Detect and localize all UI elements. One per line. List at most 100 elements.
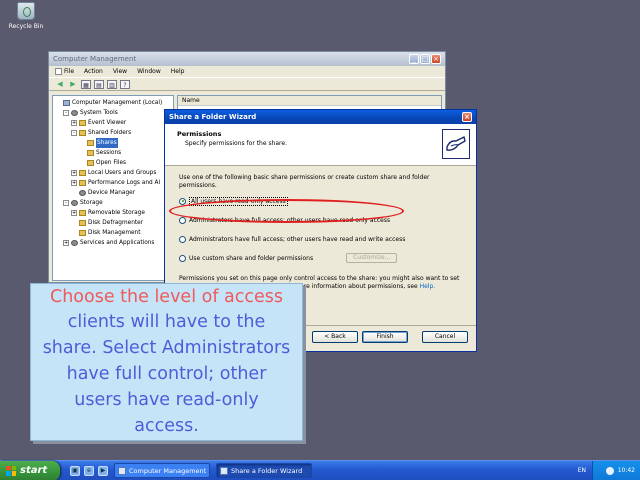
folder-icon (87, 150, 94, 156)
expand-icon[interactable]: + (71, 210, 77, 216)
collapse-icon[interactable]: - (63, 200, 69, 206)
expand-icon[interactable]: + (71, 180, 77, 186)
tree-node-label: Services and Applications (80, 240, 155, 246)
clock[interactable]: 10:42 (618, 467, 635, 474)
tree-node-label: System Tools (80, 110, 118, 116)
tree-node[interactable]: + Performance Logs and Al (55, 178, 171, 188)
back-arrow-icon[interactable]: ◀ (55, 80, 65, 89)
menu-action[interactable]: Action (84, 68, 103, 75)
wizard-title: Share a Folder Wizard (169, 113, 257, 121)
tree-node[interactable]: Computer Management (Local) (55, 98, 171, 108)
option-label: Administrators have full access; other u… (189, 235, 406, 243)
callout-text: Choose the level of access clients will … (41, 285, 292, 440)
tree-node[interactable]: + Event Viewer (55, 118, 171, 128)
tree-node[interactable]: Sessions (55, 148, 171, 158)
expand-icon[interactable]: + (71, 170, 77, 176)
tree-node-label: Event Viewer (88, 120, 127, 126)
cancel-button[interactable]: Cancel (422, 331, 468, 343)
quick-launch: ▣ e ▶ (70, 465, 108, 476)
folder-icon (79, 220, 86, 226)
gear-icon (79, 190, 86, 196)
tree-node-label: Local Users and Groups (88, 170, 157, 176)
start-button[interactable]: start (0, 460, 60, 480)
finish-button[interactable]: Finish (362, 331, 408, 343)
tree-node[interactable]: + Removable Storage (55, 208, 171, 218)
collapse-icon[interactable]: - (71, 130, 77, 136)
customize-button[interactable]: Customize... (346, 253, 398, 263)
option-custom[interactable]: Use custom share and folder permissions … (179, 253, 462, 263)
cm-titlebar[interactable]: Computer Management _ □ × (49, 52, 445, 66)
tree-node[interactable]: Disk Management (55, 228, 171, 238)
folder-icon (87, 140, 94, 146)
tree-node[interactable]: Shares (55, 138, 171, 148)
tree-node[interactable]: - Storage (55, 198, 171, 208)
media-player-icon[interactable]: ▶ (98, 465, 108, 476)
task-label: Share a Folder Wizard (231, 466, 303, 475)
internet-explorer-icon[interactable]: e (84, 465, 94, 476)
pc-icon (63, 100, 70, 106)
recycle-bin-graphic (17, 2, 35, 20)
instruction-callout: Choose the level of access clients will … (30, 283, 303, 441)
menu-file[interactable]: File (64, 68, 74, 75)
menu-window[interactable]: Window (137, 68, 161, 75)
minimize-button[interactable]: _ (409, 54, 419, 64)
doc-icon (55, 68, 62, 75)
tree-node[interactable]: + Services and Applications (55, 238, 171, 248)
menu-help[interactable]: Help (171, 68, 185, 75)
callout-rest: clients will have to the share. Select A… (42, 312, 291, 436)
note-line-1: Permissions you set on this page only co… (179, 275, 460, 282)
collapse-icon[interactable]: - (63, 110, 69, 116)
option-admin-full-others-rw[interactable]: Administrators have full access; other u… (179, 234, 462, 244)
language-indicator[interactable]: EN (578, 467, 586, 474)
show-desktop-icon[interactable]: ▣ (70, 465, 80, 476)
tree-node[interactable]: - System Tools (55, 108, 171, 118)
column-header-name[interactable]: Name (178, 96, 441, 106)
close-button[interactable]: × (431, 54, 441, 64)
radio-admin-full-others-rw[interactable] (179, 235, 186, 243)
wizard-intro: Use one of the following basic share per… (179, 174, 430, 189)
wizard-subheading: Specify permissions for the share. (185, 140, 287, 147)
task-share-folder-wizard[interactable]: Share a Folder Wizard (216, 463, 312, 478)
wizard-close-button[interactable]: × (462, 112, 472, 122)
show-tree-icon[interactable]: ▤ (94, 79, 104, 89)
tree-node[interactable]: + Local Users and Groups (55, 168, 171, 178)
up-level-icon[interactable]: ▦ (81, 79, 91, 89)
wizard-titlebar[interactable]: Share a Folder Wizard × (165, 110, 476, 124)
help-link[interactable]: Help. (420, 283, 436, 290)
folder-icon (79, 230, 86, 236)
help-icon[interactable]: ? (120, 79, 130, 89)
export-icon[interactable]: ▥ (107, 79, 117, 89)
gear-icon (71, 110, 78, 116)
tray-status-icon[interactable] (605, 466, 614, 475)
system-tray: 10:42 (592, 460, 640, 480)
taskbar: start ▣ e ▶ Computer Management Share a … (0, 460, 640, 480)
radio-custom[interactable] (179, 254, 186, 262)
tree-node-label: Shared Folders (88, 130, 132, 136)
expand-icon[interactable]: + (71, 120, 77, 126)
wizard-heading: Permissions (177, 130, 222, 138)
radio-all-read-only[interactable] (179, 197, 186, 205)
tree-node[interactable]: Open Files (55, 158, 171, 168)
shared-folder-hand-icon (442, 129, 470, 159)
recycle-bin-icon[interactable]: Recycle Bin (6, 2, 46, 30)
tree-node[interactable]: - Shared Folders (55, 128, 171, 138)
callout-highlight: Choose the level of access (49, 286, 284, 307)
tree-node-label: Removable Storage (88, 210, 145, 216)
menu-view[interactable]: View (113, 68, 127, 75)
radio-admin-full-others-read[interactable] (179, 216, 186, 224)
expand-icon[interactable]: + (63, 240, 69, 246)
task-label: Computer Management (129, 466, 207, 475)
tree-node[interactable]: Device Manager (55, 188, 171, 198)
forward-arrow-icon[interactable]: ▶ (68, 80, 78, 89)
recycle-bin-label: Recycle Bin (8, 23, 44, 30)
task-computer-management[interactable]: Computer Management (114, 463, 210, 478)
cm-title: Computer Management (53, 55, 137, 63)
tree-node-label: Disk Management (88, 230, 141, 236)
tree-node[interactable]: Disk Defragmenter (55, 218, 171, 228)
tree-node-label: Storage (80, 200, 103, 206)
back-button[interactable]: < Back (312, 331, 358, 343)
wizard-body: Use one of the following basic share per… (165, 166, 476, 299)
highlight-ellipse (169, 199, 404, 223)
maximize-button[interactable]: □ (420, 54, 430, 64)
cm-tree-pane[interactable]: Computer Management (Local) - System Tools… (52, 95, 174, 281)
